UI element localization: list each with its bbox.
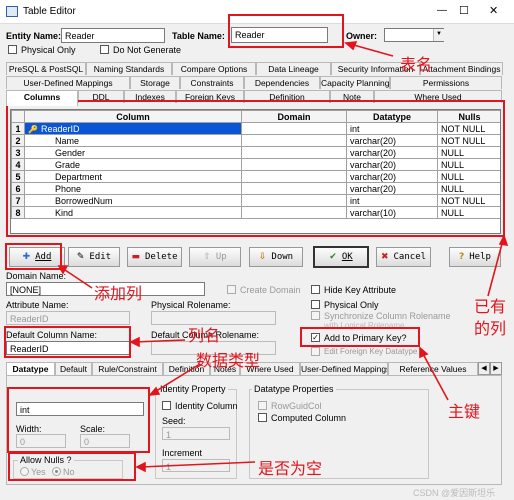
annotation-nullable: 是否为空 [258, 459, 323, 478]
arrow-table-name [349, 43, 394, 57]
arrow-add-column [61, 267, 93, 289]
annotation-arrows [57, 41, 509, 473]
arrow-existing-columns [487, 239, 504, 297]
annotation-table-name: 表名 [400, 55, 433, 74]
annotation-add-column: 添加列 [94, 284, 143, 303]
tab-columns[interactable]: Columns [6, 90, 78, 106]
arrow-datatype [152, 363, 201, 394]
annotation-column-name: 列名 [188, 326, 221, 345]
annotation-primary-key: 主键 [448, 402, 481, 421]
annotation-existing-columns: 已有 的列 [474, 297, 507, 338]
annotation-datatype: 数据类型 [196, 351, 261, 370]
arrow-column-name [133, 339, 186, 343]
arrow-nullable [140, 461, 256, 468]
watermark: CSDN @爱因斯坦乐 [413, 488, 496, 498]
tab-bottom-datatype[interactable]: Datatype [6, 362, 55, 375]
arrow-primary-key [421, 351, 449, 401]
